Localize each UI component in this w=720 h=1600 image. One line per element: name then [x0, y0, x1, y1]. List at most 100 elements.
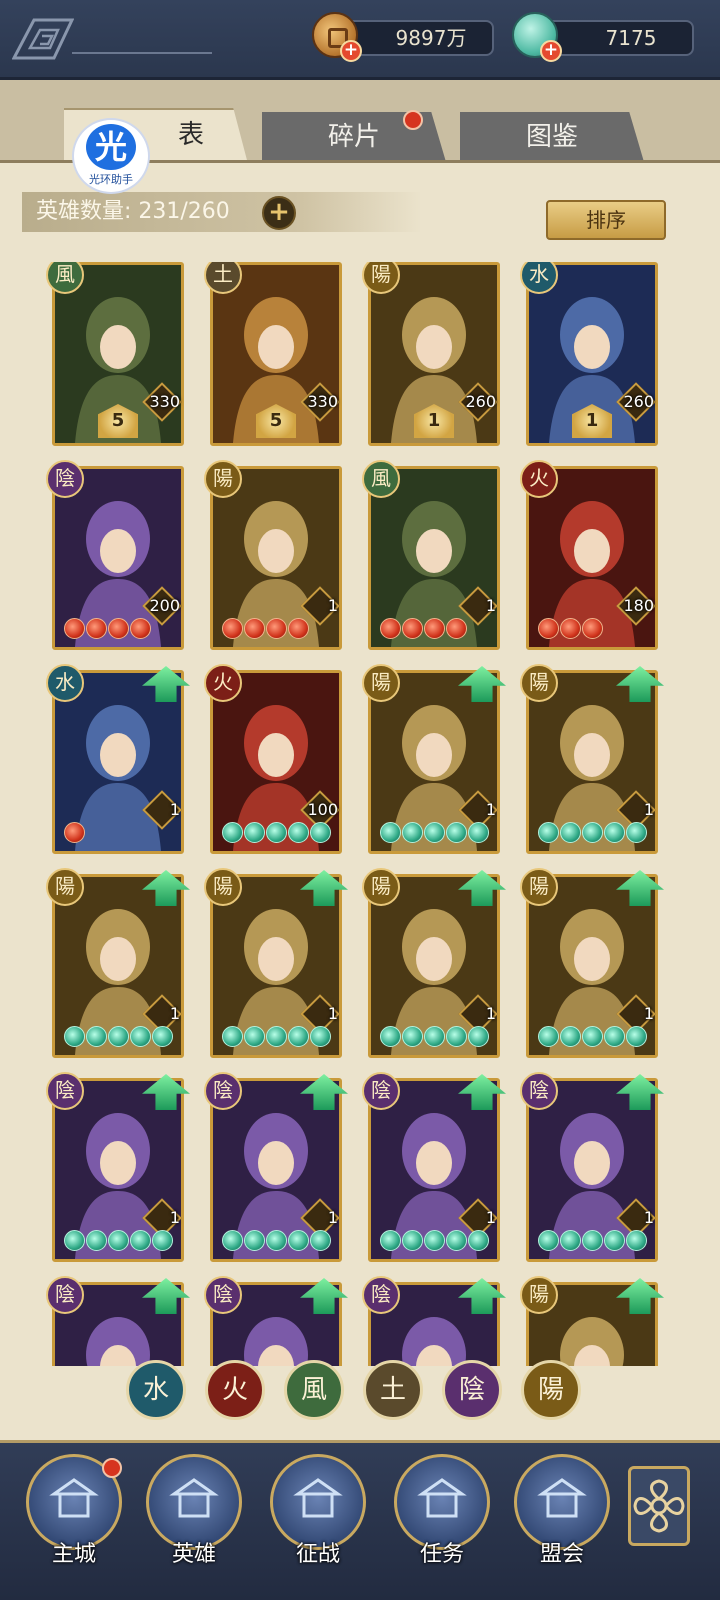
green-orb-icon	[626, 1026, 647, 1047]
filter-wind-button[interactable]: 風	[284, 1360, 344, 1420]
nav-4-button[interactable]: 盟会	[514, 1454, 610, 1574]
green-orb-icon	[380, 1230, 401, 1251]
element-badge: 火	[204, 664, 242, 702]
hero-level: 330	[307, 392, 338, 411]
green-orb-icon	[288, 822, 309, 843]
menu-pattern-icon[interactable]	[12, 18, 74, 60]
hero-count: 英雄数量: 231/260	[22, 192, 422, 232]
red-orb-icon	[446, 618, 467, 639]
red-orb-icon	[424, 618, 445, 639]
element-badge: 陽	[204, 868, 242, 906]
helper-app-logo[interactable]: 光 光环助手	[72, 118, 150, 194]
red-orb-icon	[64, 822, 85, 843]
hero-portrait-icon	[169, 1478, 219, 1518]
element-badge: 陰	[362, 1072, 400, 1110]
green-orb-icon	[402, 822, 423, 843]
green-orb-icon	[424, 822, 445, 843]
campaign-scroll-icon	[293, 1478, 343, 1518]
filter-water-button[interactable]: 水	[126, 1360, 186, 1420]
green-orb-icon	[266, 1026, 287, 1047]
red-orb-icon	[244, 618, 265, 639]
add-jade-icon[interactable]: +	[540, 40, 562, 62]
filter-yin-button[interactable]: 陰	[442, 1360, 502, 1420]
filter-earth-button[interactable]: 土	[363, 1360, 423, 1420]
green-orb-icon	[310, 1026, 331, 1047]
hero-level: 1	[327, 1208, 338, 1227]
hero-level: 1	[485, 596, 496, 615]
element-badge: 陰	[46, 460, 84, 498]
element-badge: 陰	[46, 1072, 84, 1110]
element-badge: 陰	[362, 1276, 400, 1314]
red-orb-icon	[582, 618, 603, 639]
top-bar: + 9897万 + 7175	[0, 0, 720, 80]
hero-grid: 風 330 5 土 330 5 陽 260 1 水 260 1 陰 200 陽 1 風 1 火 180 水 1 火 100 陽 1…	[0, 262, 720, 1366]
city-gate-icon	[49, 1478, 99, 1518]
green-orb-icon	[538, 822, 559, 843]
green-orb-icon	[380, 1026, 401, 1047]
green-orb-icon	[380, 822, 401, 843]
element-badge: 陽	[520, 868, 558, 906]
green-orb-icon	[468, 1026, 489, 1047]
green-orb-icon	[626, 1230, 647, 1251]
awaken-orb-row	[222, 618, 309, 640]
filter-fire-button[interactable]: 火	[205, 1360, 265, 1420]
awaken-orb-row	[380, 822, 489, 844]
green-orb-icon	[582, 1230, 603, 1251]
red-orb-icon	[288, 618, 309, 639]
nav-1-button[interactable]: 英雄	[146, 1454, 242, 1574]
jade-amount: 7175	[542, 20, 694, 56]
green-orb-icon	[560, 1026, 581, 1047]
more-menu-button[interactable]	[628, 1466, 690, 1546]
hero-level: 1	[485, 1208, 496, 1227]
add-coin-icon[interactable]: +	[340, 40, 362, 62]
nav-2-button[interactable]: 征战	[270, 1454, 366, 1574]
awaken-orb-row	[538, 618, 603, 640]
tab-fragments-label: 碎片	[327, 122, 380, 152]
nav-notification-badge	[102, 1458, 122, 1478]
sort-button[interactable]: 排序	[546, 200, 666, 240]
hero-level: 1	[643, 1004, 654, 1023]
green-orb-icon	[108, 1026, 129, 1047]
green-orb-icon	[152, 1230, 173, 1251]
element-badge: 陽	[46, 868, 84, 906]
awaken-orb-row	[64, 1230, 173, 1252]
awaken-orb-row	[222, 1230, 331, 1252]
green-orb-icon	[288, 1230, 309, 1251]
awaken-orb-row	[64, 618, 151, 640]
add-hero-slot-button[interactable]: +	[262, 196, 296, 230]
green-orb-icon	[244, 1230, 265, 1251]
menu-underline	[72, 52, 212, 54]
filter-yang-button[interactable]: 陽	[521, 1360, 581, 1420]
awaken-orb-row	[380, 1230, 489, 1252]
element-badge: 風	[362, 460, 400, 498]
element-filter-bar: 水火風土陰陽	[126, 1360, 586, 1422]
element-badge: 陽	[362, 664, 400, 702]
awaken-orb-row	[538, 1026, 647, 1048]
nav-label: 任务	[419, 1542, 464, 1567]
green-orb-icon	[468, 822, 489, 843]
green-orb-icon	[424, 1026, 445, 1047]
green-orb-icon	[222, 1026, 243, 1047]
awaken-orb-row	[64, 822, 85, 844]
nav-0-button[interactable]: 主城	[26, 1454, 122, 1574]
green-orb-icon	[468, 1230, 489, 1251]
nav-label: 盟会	[539, 1542, 584, 1567]
hero-level: 1	[643, 1208, 654, 1227]
nav-label: 征战	[295, 1542, 340, 1567]
nav-label: 主城	[51, 1542, 96, 1567]
green-orb-icon	[130, 1026, 151, 1047]
nav-3-button[interactable]: 任务	[394, 1454, 490, 1574]
tab-codex[interactable]: 图鉴	[460, 112, 644, 162]
green-orb-icon	[538, 1230, 559, 1251]
hero-level: 1	[485, 1004, 496, 1023]
helper-logo-glyph: 光	[86, 124, 136, 170]
awaken-orb-row	[222, 822, 331, 844]
element-badge: 水	[46, 664, 84, 702]
green-orb-icon	[108, 1230, 129, 1251]
nav-label: 英雄	[171, 1542, 216, 1567]
hero-level: 1	[643, 800, 654, 819]
hero-level: 260	[623, 392, 654, 411]
green-orb-icon	[222, 822, 243, 843]
hero-level: 1	[485, 800, 496, 819]
element-badge: 陰	[46, 1276, 84, 1314]
